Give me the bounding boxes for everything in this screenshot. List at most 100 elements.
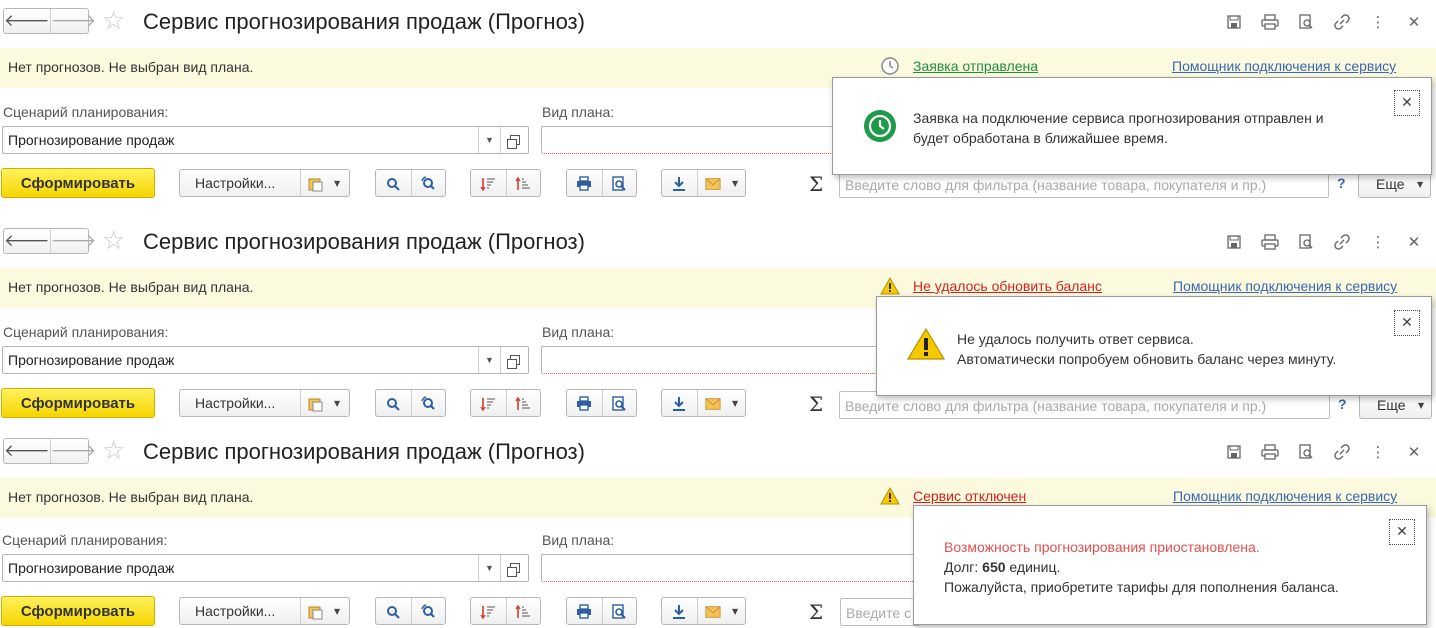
generate-button[interactable]: Сформировать (1, 388, 155, 418)
close-icon[interactable]: ✕ (1396, 10, 1432, 34)
forward-button[interactable]: 🡒 (49, 439, 96, 463)
sort-asc-icon[interactable] (515, 176, 531, 192)
forward-button[interactable]: 🡒 (49, 229, 96, 253)
star-icon[interactable]: ☆ (102, 226, 125, 256)
popup-line: будет обработана в ближайшее время. (913, 130, 1168, 146)
download-icon[interactable] (671, 604, 687, 620)
star-icon[interactable]: ☆ (102, 6, 125, 36)
sort-desc-icon[interactable] (480, 396, 496, 412)
forward-button[interactable]: 🡒 (49, 9, 96, 33)
help-icon[interactable]: ? (1338, 396, 1347, 412)
mail-icon[interactable] (705, 176, 721, 192)
print-icon[interactable] (576, 176, 592, 192)
settings-button[interactable]: Настройки... (195, 603, 275, 619)
save-icon[interactable] (1216, 230, 1252, 254)
preview-icon[interactable] (1288, 230, 1324, 254)
plan-field[interactable] (541, 346, 881, 374)
star-icon[interactable]: ☆ (102, 436, 125, 466)
scenario-field[interactable]: Прогнозирование продаж ▼ (2, 346, 529, 374)
chevron-down-icon[interactable]: ▼ (334, 179, 340, 188)
variants-icon[interactable] (308, 176, 324, 192)
more-icon[interactable]: ⋮ (1360, 230, 1396, 254)
variants-icon[interactable] (308, 604, 324, 620)
more-icon[interactable]: ⋮ (1360, 440, 1396, 464)
preview-icon[interactable] (611, 176, 627, 192)
chevron-down-icon[interactable]: ▼ (732, 399, 738, 408)
connection-helper-link[interactable]: Помощник подключения к сервису (1173, 488, 1397, 504)
chevron-down-icon[interactable]: ▼ (334, 607, 340, 616)
search-icon[interactable] (385, 176, 401, 192)
chevron-down-icon[interactable]: ▼ (478, 555, 500, 581)
connection-helper-link[interactable]: Помощник подключения к сервису (1173, 278, 1397, 294)
sum-icon[interactable]: Σ (809, 600, 823, 624)
search-icon[interactable] (385, 396, 401, 412)
more-icon[interactable]: ⋮ (1360, 10, 1396, 34)
save-icon[interactable] (1216, 440, 1252, 464)
back-button[interactable]: 🡐 (4, 439, 50, 463)
search-icon[interactable] (385, 604, 401, 620)
plan-label: Вид плана: (542, 104, 615, 120)
download-icon[interactable] (671, 396, 687, 412)
print-icon[interactable] (576, 604, 592, 620)
close-icon[interactable]: ✕ (1396, 230, 1432, 254)
preview-icon[interactable] (1288, 440, 1324, 464)
settings-button[interactable]: Настройки... (195, 395, 275, 411)
connection-helper-link[interactable]: Помощник подключения к сервису (1172, 58, 1396, 74)
download-icon[interactable] (671, 176, 687, 192)
plan-field[interactable] (541, 126, 841, 154)
chevron-down-icon[interactable]: ▼ (478, 347, 500, 373)
chevron-down-icon[interactable]: ▼ (478, 127, 500, 153)
settings-button[interactable]: Настройки... (195, 175, 275, 191)
help-icon[interactable]: ? (1337, 175, 1346, 191)
status-link[interactable]: Не удалось обновить баланс (913, 278, 1102, 294)
open-icon[interactable] (500, 127, 528, 153)
scenario-field[interactable]: Прогнозирование продаж ▼ (2, 126, 529, 154)
print-button-group (566, 169, 637, 197)
open-icon[interactable] (500, 347, 528, 373)
popup-line: Автоматически попробуем обновить баланс … (957, 351, 1337, 367)
close-icon[interactable]: ✕ (1396, 440, 1432, 464)
back-button[interactable]: 🡐 (4, 229, 50, 253)
sort-asc-icon[interactable] (515, 396, 531, 412)
sum-icon[interactable]: Σ (809, 392, 823, 416)
sort-desc-icon[interactable] (480, 176, 496, 192)
window-tools: ⋮ ✕ (1216, 230, 1432, 254)
form-panel-2: 🡐 🡒 ☆ Сервис прогнозирования продаж (Про… (0, 220, 1436, 432)
preview-icon[interactable] (611, 604, 627, 620)
open-icon[interactable] (500, 555, 528, 581)
print-icon[interactable] (1252, 10, 1288, 34)
preview-icon[interactable] (1288, 10, 1324, 34)
variants-icon[interactable] (308, 396, 324, 412)
filter-input[interactable]: Введите с (840, 598, 920, 626)
print-icon[interactable] (1252, 440, 1288, 464)
generate-button[interactable]: Сформировать (1, 596, 155, 626)
scenario-value: Прогнозирование продаж (8, 352, 175, 368)
print-icon[interactable] (576, 396, 592, 412)
mail-icon[interactable] (705, 396, 721, 412)
close-icon[interactable]: ✕ (1389, 519, 1415, 545)
preview-icon[interactable] (611, 396, 627, 412)
print-icon[interactable] (1252, 230, 1288, 254)
link-icon[interactable] (1324, 10, 1360, 34)
mail-icon[interactable] (705, 604, 721, 620)
status-link[interactable]: Заявка отправлена (913, 58, 1038, 74)
scenario-field[interactable]: Прогнозирование продаж ▼ (2, 554, 529, 582)
search-reset-icon[interactable] (420, 604, 436, 620)
search-reset-icon[interactable] (420, 396, 436, 412)
back-button[interactable]: 🡐 (4, 9, 50, 33)
link-icon[interactable] (1324, 230, 1360, 254)
sum-icon[interactable]: Σ (809, 172, 823, 196)
save-icon[interactable] (1216, 10, 1252, 34)
close-icon[interactable]: ✕ (1394, 90, 1420, 116)
status-link[interactable]: Сервис отключен (913, 488, 1026, 504)
chevron-down-icon[interactable]: ▼ (732, 179, 738, 188)
close-icon[interactable]: ✕ (1394, 310, 1420, 336)
sort-asc-icon[interactable] (515, 604, 531, 620)
chevron-down-icon[interactable]: ▼ (334, 399, 340, 408)
link-icon[interactable] (1324, 440, 1360, 464)
chevron-down-icon[interactable]: ▼ (732, 607, 738, 616)
sort-desc-icon[interactable] (480, 604, 496, 620)
plan-field[interactable] (541, 554, 921, 582)
search-reset-icon[interactable] (420, 176, 436, 192)
generate-button[interactable]: Сформировать (1, 168, 155, 198)
